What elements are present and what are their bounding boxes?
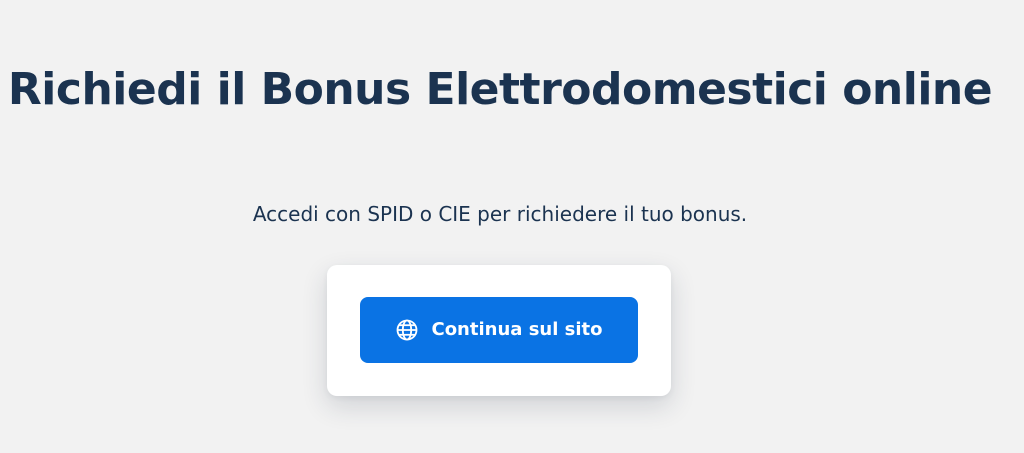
page-subtitle: Accedi con SPID o CIE per richiedere il … — [252, 202, 748, 226]
page-title: Richiedi il Bonus Elettrodomestici onlin… — [7, 64, 993, 115]
continue-button[interactable]: Continua sul sito — [360, 297, 638, 363]
login-card: Continua sul sito — [327, 265, 671, 396]
globe-icon — [397, 319, 418, 341]
continue-button-label: Continua sul sito — [431, 319, 603, 340]
page: Richiedi il Bonus Elettrodomestici onlin… — [0, 0, 1024, 453]
